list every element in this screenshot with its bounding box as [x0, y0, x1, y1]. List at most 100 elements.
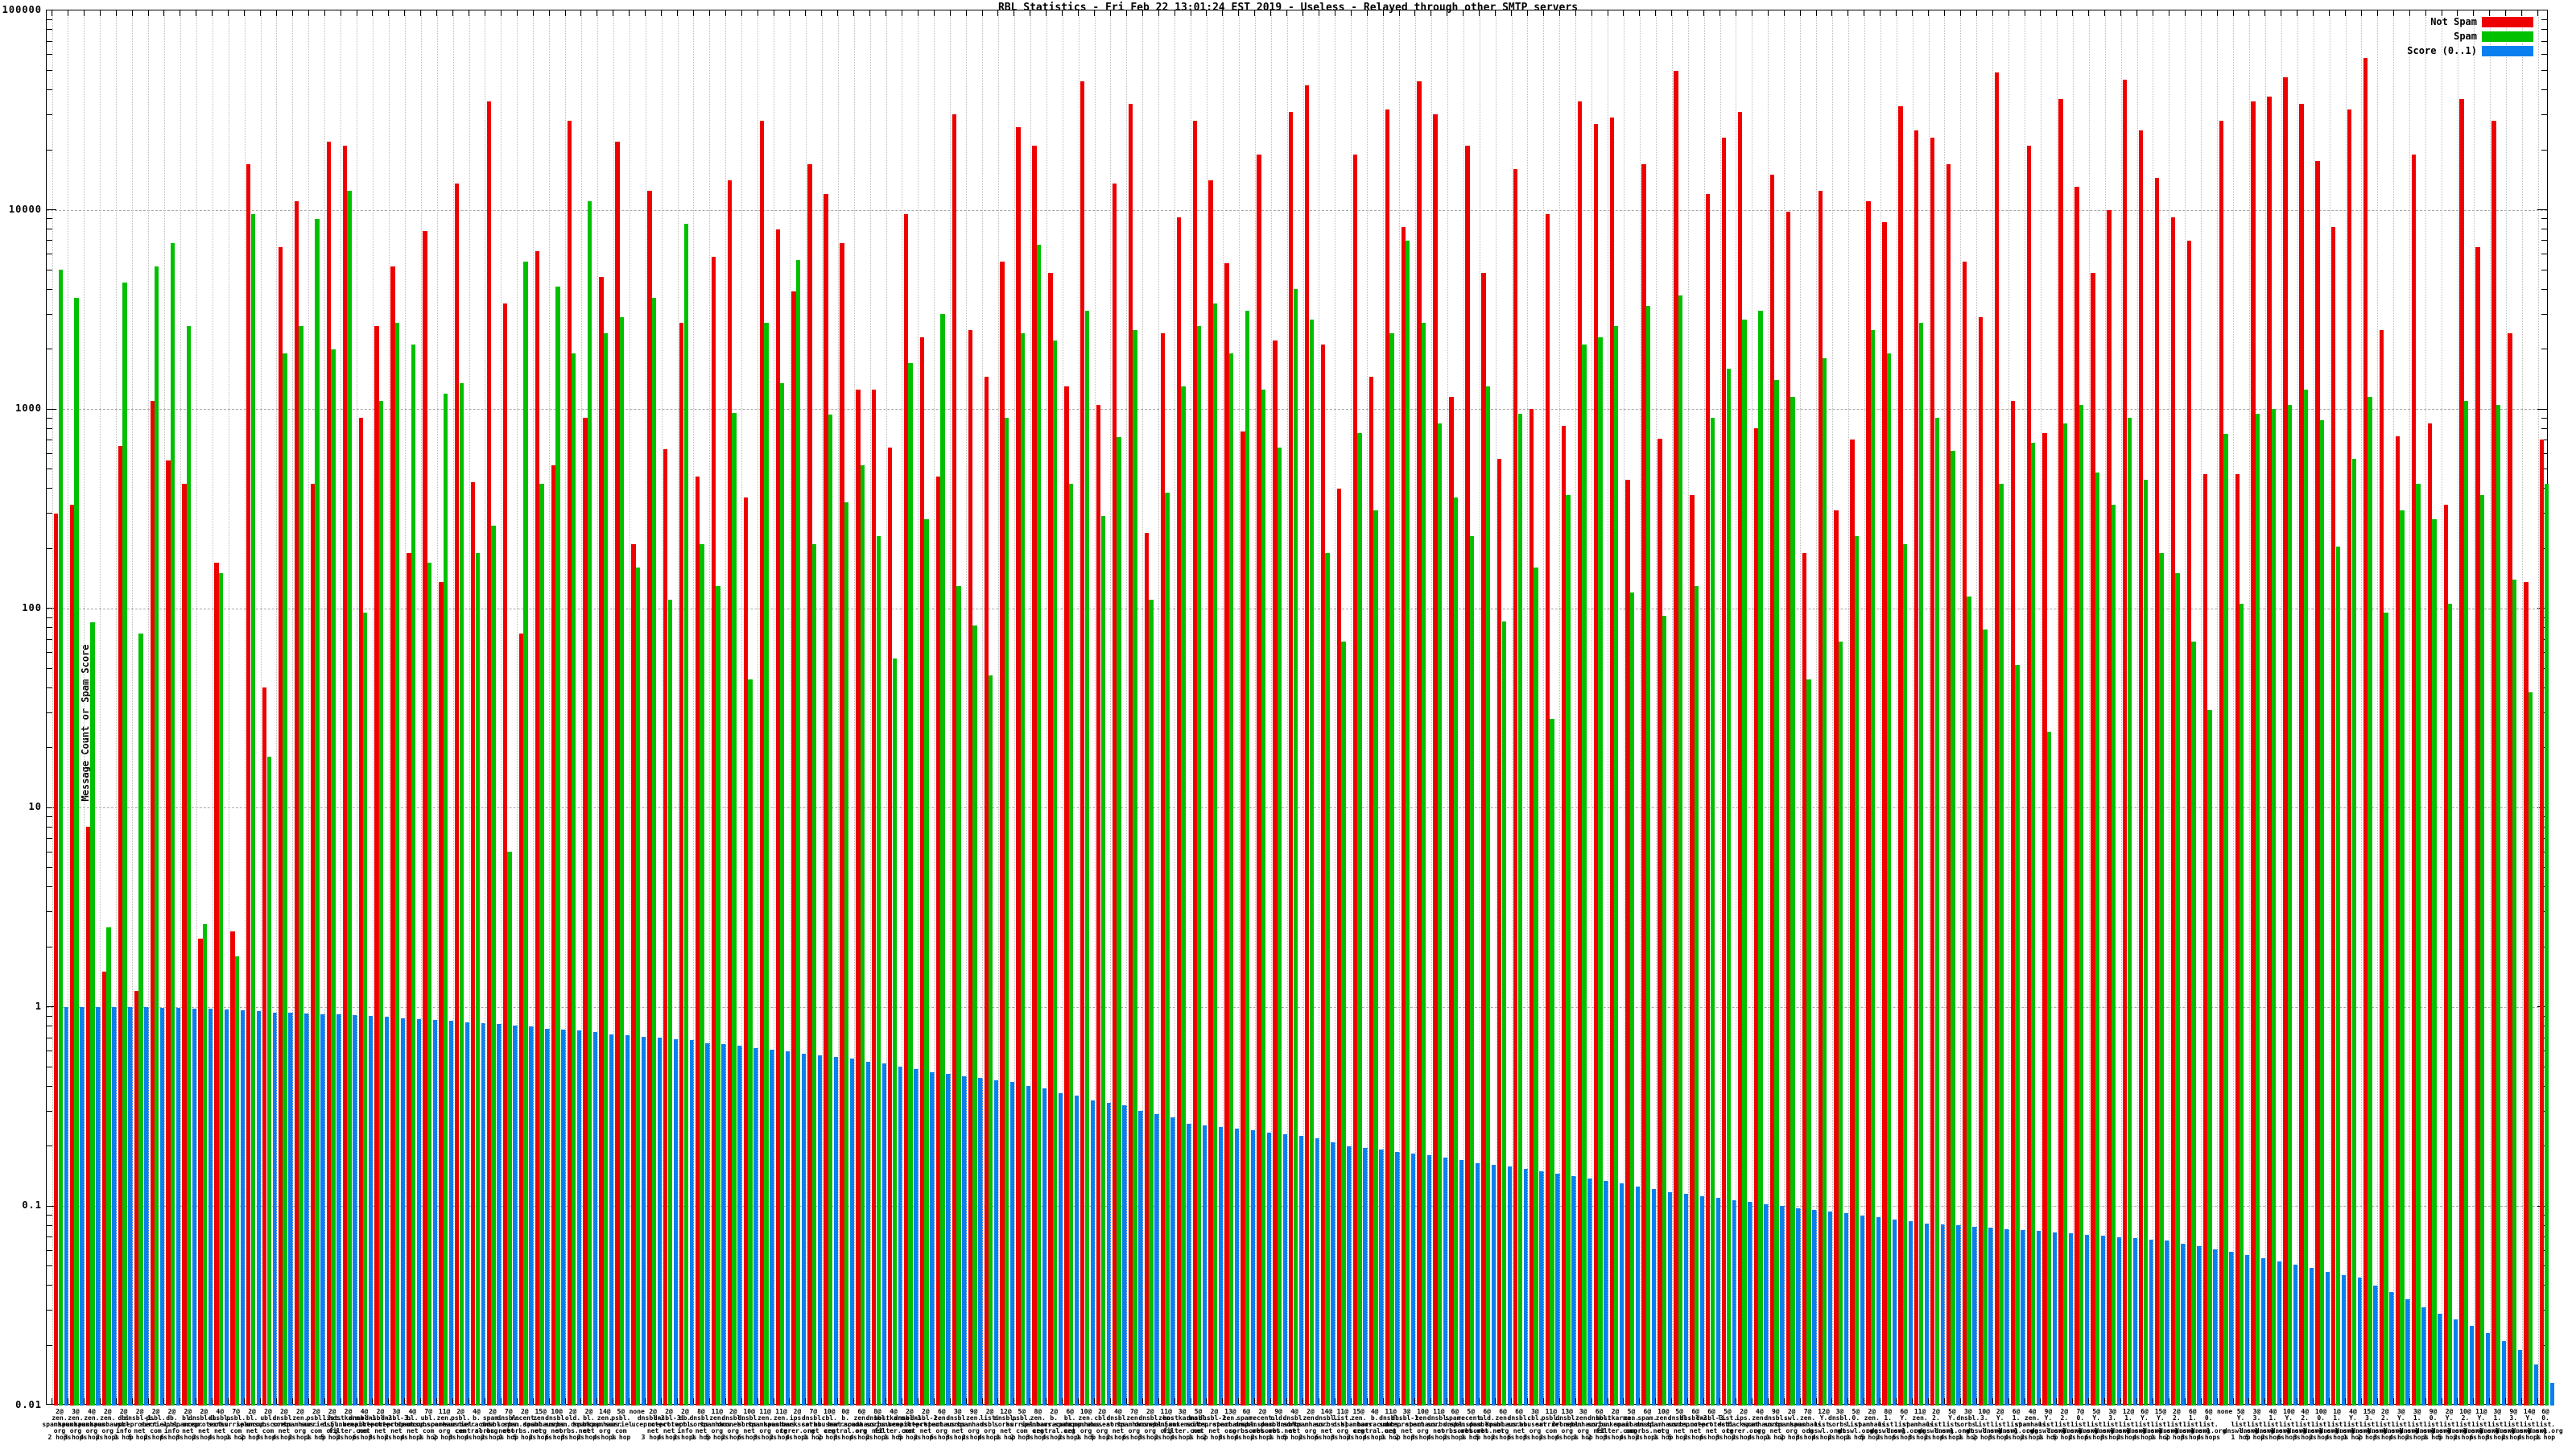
x-gridline	[2393, 10, 2395, 1404]
x-bottom-tick	[692, 1398, 694, 1404]
x-gridline	[1110, 10, 1112, 1404]
x-top-tick	[2313, 10, 2314, 16]
x-bottom-tick	[1479, 1398, 1480, 1404]
x-top-tick	[564, 10, 566, 16]
y-tick-label: 1	[35, 1000, 42, 1012]
x-bottom-tick	[2329, 1398, 2330, 1404]
x-gridline	[2345, 10, 2347, 1404]
bar-spam	[394, 323, 400, 1406]
bar-spam	[1261, 390, 1266, 1406]
x-bottom-tick	[2120, 1398, 2122, 1404]
x-top-tick	[83, 10, 85, 16]
bar-spam	[1967, 596, 1971, 1406]
x-gridline	[950, 10, 952, 1404]
x-top-tick	[1238, 10, 1240, 16]
x-top-tick	[1912, 10, 1913, 16]
x-bottom-tick	[1912, 1398, 1913, 1404]
x-gridline	[2377, 10, 2379, 1404]
x-gridline	[1992, 10, 1994, 1404]
bar-spam	[2046, 732, 2052, 1406]
x-gridline	[1351, 10, 1352, 1404]
x-top-tick	[869, 10, 871, 16]
x-gridline	[2008, 10, 2010, 1404]
x-top-tick	[228, 10, 229, 16]
x-top-tick	[2392, 10, 2394, 16]
x-gridline	[709, 10, 711, 1404]
x-top-tick	[1414, 10, 1416, 16]
bar-spam	[2319, 419, 2325, 1406]
x-top-tick	[2248, 10, 2250, 16]
x-top-tick	[2216, 10, 2218, 16]
x-bottom-tick	[2216, 1398, 2218, 1404]
x-bottom-tick	[1847, 1398, 1849, 1404]
bar-spam	[876, 536, 881, 1406]
x-gridline	[1800, 10, 1802, 1404]
x-gridline	[501, 10, 502, 1404]
bar-spam	[1068, 484, 1074, 1406]
x-bottom-tick	[372, 1398, 374, 1404]
x-bottom-tick	[2264, 1398, 2266, 1404]
x-top-tick	[1992, 10, 1993, 16]
x-top-tick	[2521, 10, 2523, 16]
x-gridline	[1928, 10, 1930, 1404]
x-top-tick	[692, 10, 694, 16]
x-top-tick	[965, 10, 967, 16]
x-gridline	[84, 10, 85, 1404]
x-bottom-tick	[1799, 1398, 1801, 1404]
bar-spam	[1678, 295, 1683, 1406]
x-bottom-tick	[564, 1398, 566, 1404]
x-gridline	[1543, 10, 1545, 1404]
bar-spam	[218, 573, 224, 1406]
x-gridline	[533, 10, 535, 1404]
x-top-tick	[741, 10, 742, 16]
x-gridline	[2264, 10, 2266, 1404]
x-top-tick	[2473, 10, 2475, 16]
x-top-tick	[661, 10, 663, 16]
x-top-tick	[2040, 10, 2041, 16]
x-top-tick	[2360, 10, 2362, 16]
x-bottom-tick	[949, 1398, 951, 1404]
x-top-tick	[436, 10, 438, 16]
x-bottom-tick	[2473, 1398, 2475, 1404]
bar-spam	[1823, 357, 1827, 1406]
x-top-tick	[1495, 10, 1496, 16]
x-gridline	[52, 10, 53, 1404]
x-bottom-tick	[1896, 1398, 1897, 1404]
x-top-tick	[1639, 10, 1641, 16]
x-top-tick	[1094, 10, 1095, 16]
bar-spam	[266, 757, 271, 1406]
x-bottom-tick	[436, 1398, 438, 1404]
x-bottom-tick	[404, 1398, 406, 1404]
bar-spam	[475, 552, 480, 1406]
bar-spam	[1710, 418, 1715, 1406]
x-bottom-tick	[837, 1398, 839, 1404]
x-bottom-tick	[708, 1398, 710, 1404]
x-top-tick	[1430, 10, 1432, 16]
x-gridline	[1511, 10, 1513, 1404]
x-gridline	[2233, 10, 2235, 1404]
x-gridline	[1206, 10, 1208, 1404]
x-bottom-tick	[1928, 1398, 1929, 1404]
x-top-tick	[532, 10, 534, 16]
y-major-tick	[2537, 209, 2547, 211]
bar-spam	[90, 622, 95, 1406]
bar-spam	[2351, 459, 2356, 1406]
bar-spam	[138, 633, 143, 1406]
bar-spam	[315, 218, 320, 1406]
x-bottom-tick	[1671, 1398, 1673, 1404]
bar-spam	[844, 502, 849, 1406]
x-bottom-tick	[741, 1398, 742, 1404]
x-bottom-tick	[2040, 1398, 2041, 1404]
bar-spam	[443, 393, 448, 1406]
x-gridline	[1013, 10, 1015, 1404]
bar-spam	[1373, 510, 1378, 1406]
bar-spam	[1325, 552, 1330, 1406]
x-top-tick	[1943, 10, 1945, 16]
y-minor-tick	[2541, 29, 2547, 31]
x-gridline	[789, 10, 791, 1404]
x-bottom-tick	[2345, 1398, 2346, 1404]
bar-spam	[1181, 386, 1186, 1406]
x-top-tick	[821, 10, 823, 16]
x-bottom-tick	[516, 1398, 518, 1404]
x-top-tick	[1847, 10, 1849, 16]
